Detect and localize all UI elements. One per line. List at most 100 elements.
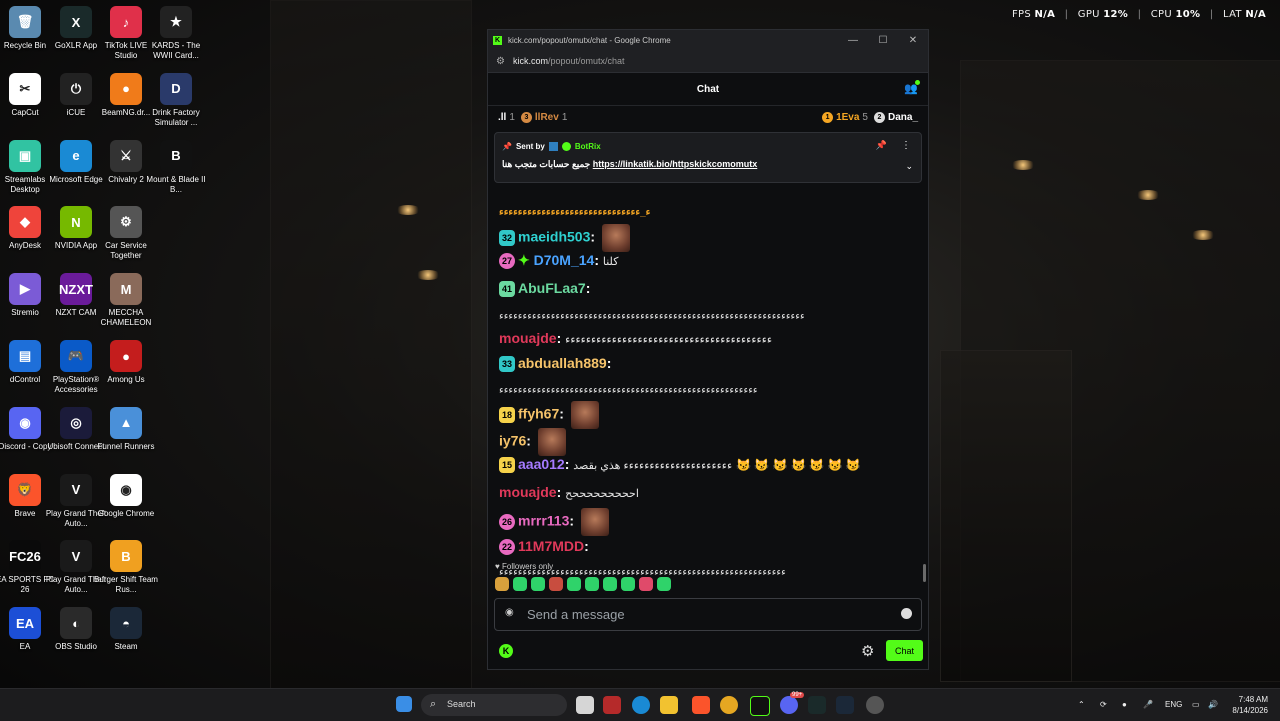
chat-message[interactable]: 41 AbuFLaa7:: [499, 279, 912, 298]
chat-message[interactable]: 26 mrrr113:: [499, 508, 912, 536]
gifter-item[interactable]: 1 1Eva 5: [822, 111, 868, 123]
chat-message[interactable]: mouajde: احححححححححح: [499, 483, 912, 503]
chat-message[interactable]: 15 aaa012: ءءءءءءءءءءءءءءءءءءءءء هذي بقصد…: [499, 455, 912, 475]
volume-icon[interactable]: 🔊: [1208, 700, 1218, 709]
goxlr-icon[interactable]: [808, 696, 826, 714]
chat-message[interactable]: iy76:: [499, 428, 912, 456]
emote-button[interactable]: [585, 577, 599, 591]
desktop-icon[interactable]: M MECCHA CHAMELEON: [93, 273, 159, 328]
window-title: kick.com/popout/omutx/chat - Google Chro…: [508, 35, 671, 45]
close-button[interactable]: ✕: [898, 35, 928, 46]
desktop-icon[interactable]: ● Among Us: [93, 340, 159, 385]
chat-username[interactable]: maeidh503: [518, 229, 590, 245]
gifter-count: 1: [561, 111, 568, 123]
file-explorer-icon[interactable]: [660, 696, 678, 714]
emote-button[interactable]: [567, 577, 581, 591]
desktop-icon[interactable]: ◉ Google Chrome: [93, 473, 159, 519]
chrome-icon[interactable]: [720, 696, 738, 714]
chat-message[interactable]: 33 abduallah889:: [499, 354, 912, 373]
message-input-box[interactable]: ◉: [494, 598, 922, 631]
emote-button[interactable]: [657, 577, 671, 591]
chat-username[interactable]: mouajde: [499, 330, 557, 346]
language-indicator[interactable]: ENG: [1165, 700, 1182, 709]
chat-message[interactable]: 27 ✦ D70M_14: كلنا: [499, 251, 912, 271]
emote-button[interactable]: [495, 577, 509, 591]
chat-message-text: ءءءءءءءءءءءءءءءءءءءءءءءءءءءءءءءءءءءءءءءء: [565, 334, 773, 346]
chat-username[interactable]: aaa012: [518, 456, 565, 472]
emote-button[interactable]: [603, 577, 617, 591]
desktop-icon[interactable]: B Mount & Blade II B...: [143, 139, 209, 195]
emote-button[interactable]: [513, 577, 527, 591]
settings-icon[interactable]: ⚙: [861, 642, 874, 660]
pinned-link[interactable]: https://linkatik.bio/httpskickcomomutx: [593, 159, 758, 169]
chat-username[interactable]: abduallah889: [518, 355, 607, 371]
taskbar-search[interactable]: ⌕: [421, 694, 567, 716]
chat-username[interactable]: 11M7MDD: [518, 538, 584, 554]
chat-message[interactable]: ءءءءءءءءءءءءءءءءءءءءءءءءءءءءءءءءءءءءءءءء…: [499, 379, 912, 400]
kick-app-icon[interactable]: [750, 696, 770, 716]
chat-message[interactable]: ء_ءءءءءءءءءءءءءءءءءءءءءءءءءءءءءء: [499, 201, 912, 222]
gifter-item[interactable]: 3 llRev 1: [520, 111, 568, 123]
maximize-button[interactable]: ☐: [868, 35, 898, 46]
task-view-icon[interactable]: [576, 696, 594, 714]
desktop-icon-label: Steam: [114, 642, 138, 652]
desktop-icon[interactable]: D Drink Factory Simulator ...: [143, 72, 209, 128]
gifter-name: llRev: [534, 111, 559, 123]
site-settings-icon[interactable]: ⚙: [496, 56, 505, 67]
chevron-down-icon[interactable]: ⌄: [905, 161, 913, 172]
obs-icon[interactable]: [866, 696, 884, 714]
username-separator: :: [556, 484, 566, 500]
app-icon[interactable]: [603, 696, 621, 714]
desktop-icon[interactable]: B Burger Shift Team Rus...: [93, 540, 159, 595]
chat-username[interactable]: AbuFLaa7: [518, 280, 586, 296]
more-options-icon[interactable]: ⋮: [901, 140, 911, 151]
gifter-item[interactable]: .ll 1: [498, 112, 515, 123]
emote-button[interactable]: [531, 577, 545, 591]
minimize-button[interactable]: —: [838, 35, 868, 46]
tray-app-icon[interactable]: ⟳: [1100, 700, 1107, 709]
edge-icon[interactable]: [632, 696, 650, 714]
show-hidden-icons-icon[interactable]: ⌃: [1078, 700, 1085, 709]
chat-message[interactable]: 22 11M7MDD:: [499, 537, 912, 556]
desktop-icon[interactable]: ⚙ Car Service Together: [93, 206, 159, 261]
chat-username[interactable]: mrrr113: [518, 513, 569, 529]
message-input[interactable]: [525, 606, 889, 623]
address-bar[interactable]: ⚙ kick.com/popout/omutx/chat: [488, 50, 928, 73]
kick-points-icon[interactable]: K: [499, 644, 513, 658]
chatters-icon[interactable]: 👥: [904, 80, 920, 96]
chat-message-text: ءءءءءءءءءءءءءءءءءءءءءءءءءءءءءءءءءءءءءءءء…: [499, 311, 805, 322]
start-menu-icon[interactable]: [396, 696, 412, 712]
pinned-sender[interactable]: BotRix: [575, 142, 601, 151]
desktop-icon[interactable]: ▲ Funnel Runners: [93, 406, 159, 452]
network-icon[interactable]: ▭: [1192, 700, 1200, 709]
emote-button[interactable]: [639, 577, 653, 591]
steam-icon[interactable]: [836, 696, 854, 714]
chat-message[interactable]: mouajde: ءءءءءءءءءءءءءءءءءءءءءءءءءءءءءءء…: [499, 329, 912, 349]
discord-icon[interactable]: [780, 696, 798, 714]
chat-username[interactable]: iy76: [499, 433, 526, 449]
brave-icon[interactable]: [692, 696, 710, 714]
taskbar-search-input[interactable]: [445, 698, 559, 710]
emote-button[interactable]: [621, 577, 635, 591]
taskbar-clock[interactable]: 7:48 AM 8/14/2026: [1232, 694, 1268, 716]
chat-username[interactable]: mouajde: [499, 484, 557, 500]
chat-message[interactable]: ءءءءءءءءءءءءءءءءءءءءءءءءءءءءءءءءءءءءءءءء…: [499, 305, 912, 326]
window-titlebar[interactable]: K kick.com/popout/omutx/chat - Google Ch…: [488, 30, 928, 50]
chat-username[interactable]: ffyh67: [518, 406, 559, 422]
chat-message[interactable]: 18 ffyh67:: [499, 401, 912, 429]
chat-scrollbar[interactable]: [923, 564, 926, 582]
chat-identity-icon[interactable]: ◉: [505, 607, 514, 618]
pinned-message[interactable]: 📌 Sent by BotRix جميع حسابات متجب هنا ht…: [494, 132, 922, 183]
emote-button[interactable]: [549, 577, 563, 591]
chat-message-list[interactable]: ء_ءءءءءءءءءءءءءءءءءءءءءءءءءءءءءء 32 maeidh…: [488, 133, 928, 588]
desktop-icon[interactable]: ★ KARDS - The WWII Card...: [143, 6, 209, 61]
chat-username[interactable]: D70M_14: [534, 252, 595, 268]
emoji-picker-icon[interactable]: [901, 608, 912, 619]
send-chat-button[interactable]: Chat: [886, 640, 923, 661]
chat-message[interactable]: 32 maeidh503:: [499, 224, 912, 252]
unpin-icon[interactable]: 📌: [876, 140, 887, 151]
gifter-item[interactable]: 2 Dana_: [873, 111, 918, 123]
tray-app-icon[interactable]: ●: [1122, 700, 1127, 709]
microphone-icon[interactable]: 🎤: [1143, 700, 1153, 709]
desktop-icon[interactable]: ◓ Steam: [93, 607, 159, 652]
